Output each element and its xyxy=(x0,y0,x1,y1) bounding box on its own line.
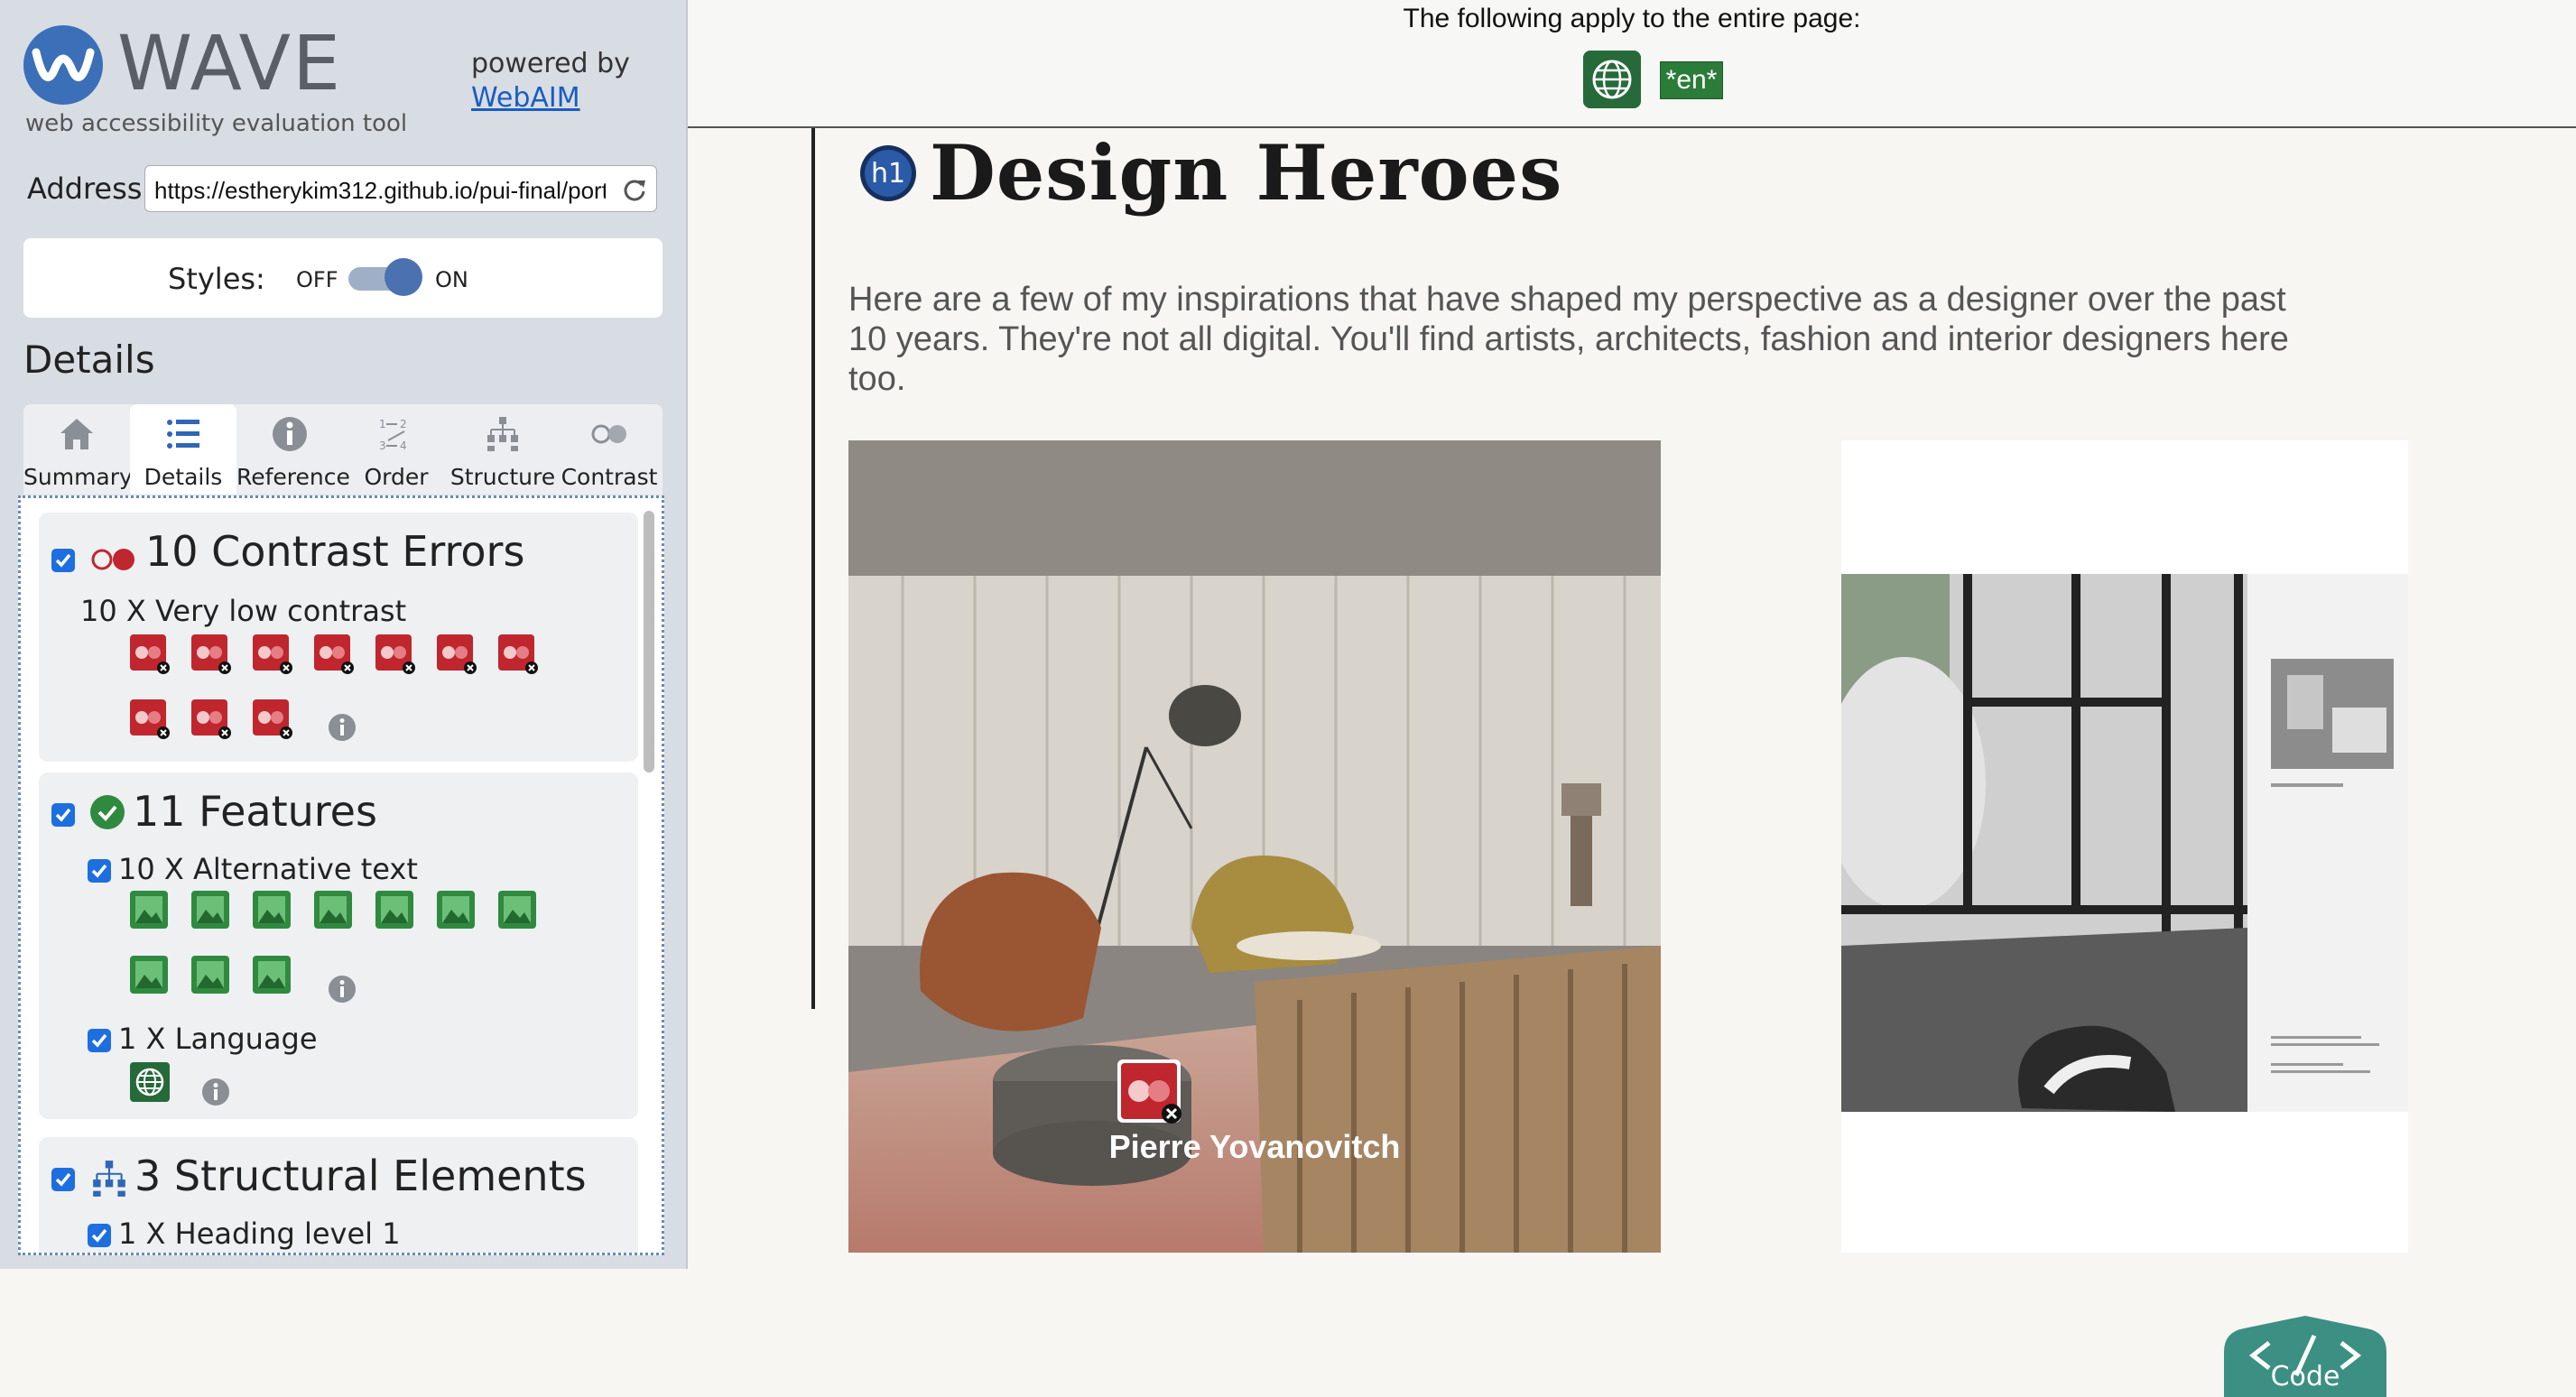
language-globe-icon[interactable] xyxy=(129,1061,171,1103)
page-title: Design Heroes xyxy=(930,128,1563,217)
address-input-value[interactable]: https://estherykim312.github.io/pui-fina… xyxy=(154,177,606,205)
home-icon xyxy=(60,419,93,449)
contrast-error-icon[interactable] xyxy=(190,698,232,740)
tab-reference-label: Reference xyxy=(236,464,350,490)
tab-order-label: Order xyxy=(364,464,429,490)
powered-by-label: powered by xyxy=(471,48,630,79)
content-divider xyxy=(811,128,815,1009)
info-icon[interactable] xyxy=(328,975,357,1004)
order-icon: 1 2 3 4 xyxy=(379,418,407,452)
feature-check-icon xyxy=(90,795,125,829)
tab-summary-label: Summary xyxy=(23,464,133,490)
alt-text-icon[interactable] xyxy=(190,890,232,931)
info-icon xyxy=(273,417,307,451)
alt-text-icon[interactable] xyxy=(313,890,355,931)
webaim-link[interactable]: WebAIM xyxy=(471,81,630,116)
svg-text:2: 2 xyxy=(400,418,407,430)
address-label: Address: xyxy=(27,171,153,206)
contrast-error-icon xyxy=(91,549,134,570)
svg-text:3: 3 xyxy=(379,439,386,452)
tab-contrast[interactable]: Contrast xyxy=(556,404,663,495)
alt-text-icon[interactable] xyxy=(129,890,171,931)
page-content: h1 Design Heroes Here are a few of my in… xyxy=(688,128,2576,1397)
photo-caption: Pierre Yovanovitch xyxy=(1108,1128,1401,1165)
contrast-error-icon[interactable] xyxy=(497,634,539,675)
features-title: 11 Features xyxy=(133,787,377,836)
wave-logo-icon xyxy=(23,25,103,105)
heading-level-1-label: 1 X Heading level 1 xyxy=(118,1217,401,1251)
svg-text:1: 1 xyxy=(379,418,386,430)
wave-sidebar: WAVE web accessibility evaluation tool p… xyxy=(0,0,688,1269)
language-checkbox[interactable] xyxy=(88,1029,111,1052)
refresh-icon[interactable] xyxy=(622,177,647,202)
styles-label: Styles: xyxy=(168,262,265,296)
wave-wordmark: WAVE xyxy=(117,19,343,107)
tab-details[interactable]: Details xyxy=(130,404,236,495)
alt-text-icon[interactable] xyxy=(190,955,232,996)
structure-icon xyxy=(93,1161,125,1197)
alt-text-icon[interactable] xyxy=(252,955,293,996)
tab-structure[interactable]: Structure xyxy=(449,404,556,495)
styles-off-label: OFF xyxy=(296,267,338,292)
info-icon[interactable] xyxy=(328,713,357,742)
contrast-error-icon[interactable] xyxy=(375,634,416,675)
language-label: 1 X Language xyxy=(118,1022,318,1056)
contrast-error-icon[interactable] xyxy=(190,634,232,675)
language-badge[interactable]: *en* xyxy=(1660,61,1723,99)
info-icon[interactable] xyxy=(201,1078,230,1106)
alt-text-checkbox[interactable] xyxy=(88,859,111,883)
structure-checkbox[interactable] xyxy=(51,1168,75,1191)
contrast-error-icon[interactable] xyxy=(436,634,477,675)
contrast-error-icon[interactable] xyxy=(129,698,171,740)
alt-text-icon[interactable] xyxy=(375,890,416,931)
list-icon xyxy=(167,420,199,449)
architecture-photo xyxy=(1841,440,2408,1253)
structural-elements-title: 3 Structural Elements xyxy=(134,1152,587,1200)
panel-tabs: Summary Details Reference 1 2 3 4 Order … xyxy=(23,404,663,495)
category-contrast-errors: 10 Contrast Errors 10 X Very low contras… xyxy=(39,513,638,762)
heading-level-1-checkbox[interactable] xyxy=(88,1224,111,1247)
styles-toggle-knob[interactable] xyxy=(385,258,422,296)
address-input[interactable]: https://estherykim312.github.io/pui-fina… xyxy=(144,165,657,212)
styles-on-label: ON xyxy=(435,267,468,292)
contrast-icon xyxy=(591,424,626,444)
styles-toggle-box: Styles: OFF ON xyxy=(23,238,663,318)
features-checkbox[interactable] xyxy=(51,803,75,827)
language-globe-icon[interactable] xyxy=(1583,51,1641,108)
category-structural-elements: 3 Structural Elements 1 X Heading level … xyxy=(39,1137,638,1253)
contrast-error-icon[interactable] xyxy=(1116,1058,1182,1124)
powered-by: powered by WebAIM xyxy=(471,47,630,116)
contrast-error-icon[interactable] xyxy=(252,634,293,675)
alt-text-icon[interactable] xyxy=(497,890,539,931)
details-panel: 10 Contrast Errors 10 X Very low contras… xyxy=(18,495,664,1255)
h1-badge-label: h1 xyxy=(871,158,905,190)
page-level-bar: The following apply to the entire page: … xyxy=(688,0,2576,128)
contrast-errors-checkbox[interactable] xyxy=(51,549,75,572)
alt-text-label: 10 X Alternative text xyxy=(118,852,418,886)
contrast-error-icon[interactable] xyxy=(313,634,355,675)
tab-contrast-label: Contrast xyxy=(561,464,658,490)
h1-badge-icon[interactable]: h1 xyxy=(859,144,917,202)
contrast-error-icon[interactable] xyxy=(129,634,171,675)
very-low-contrast-label: 10 X Very low contrast xyxy=(80,594,407,628)
contrast-error-icon[interactable] xyxy=(252,698,293,740)
panel-scrollbar[interactable] xyxy=(644,511,654,773)
page-level-text: The following apply to the entire page: xyxy=(1403,4,1861,33)
alt-text-icon[interactable] xyxy=(129,955,171,996)
details-heading: Details xyxy=(23,338,155,382)
svg-text:4: 4 xyxy=(400,439,407,452)
code-label[interactable]: Code xyxy=(2224,1361,2386,1392)
tab-structure-label: Structure xyxy=(449,464,556,490)
alt-text-icon[interactable] xyxy=(252,890,293,931)
alt-text-icon[interactable] xyxy=(436,890,477,931)
contrast-errors-title: 10 Contrast Errors xyxy=(145,527,525,576)
tab-summary[interactable]: Summary xyxy=(23,404,133,495)
tab-reference[interactable]: Reference xyxy=(236,404,350,495)
tab-details-label: Details xyxy=(144,464,223,490)
intro-paragraph: Here are a few of my inspirations that h… xyxy=(848,281,2289,398)
category-features: 11 Features 10 X Alternative text 1 X La… xyxy=(39,773,638,1119)
tab-order[interactable]: 1 2 3 4 Order xyxy=(343,404,449,495)
structure-icon xyxy=(487,417,518,451)
wave-tagline: web accessibility evaluation tool xyxy=(25,110,408,137)
